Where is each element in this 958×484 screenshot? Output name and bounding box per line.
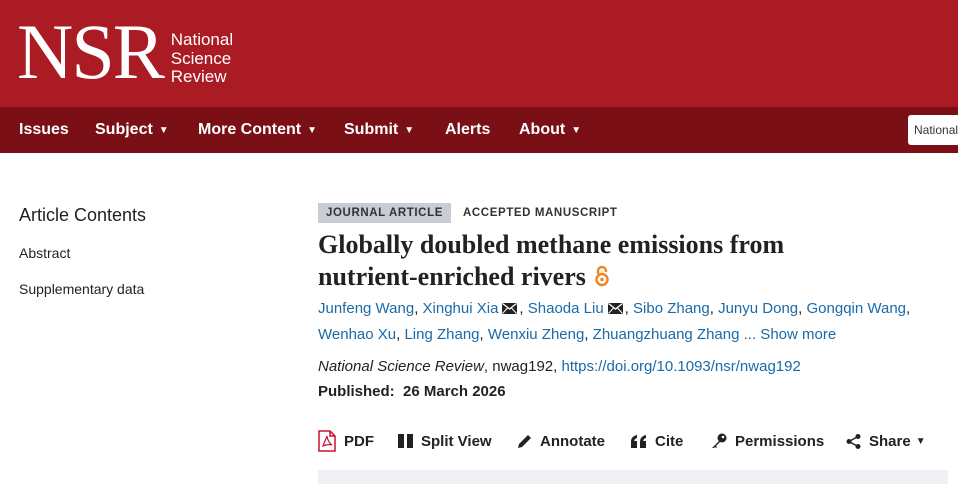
nav-item-more-content[interactable]: More Content ▼ — [198, 107, 317, 153]
chevron-down-icon: ▼ — [158, 125, 169, 136]
author-link[interactable]: Sibo Zhang — [633, 300, 710, 317]
chevron-down-icon: ▼ — [571, 125, 582, 136]
author-link[interactable]: Junfeng Wang — [318, 300, 414, 317]
mail-icon[interactable] — [502, 297, 518, 322]
cite-button[interactable]: Cite — [631, 428, 683, 454]
published-line: Published: 26 March 2026 — [318, 383, 506, 400]
mail-icon[interactable] — [607, 297, 623, 322]
nav-item-label: About — [519, 121, 566, 138]
pdf-button[interactable]: PDF — [318, 428, 374, 454]
author-link[interactable]: Shaoda Liu — [528, 300, 604, 317]
pdf-icon — [318, 430, 336, 452]
author-link[interactable]: Zhuangzhuang Zhang — [593, 326, 740, 343]
nav-item-submit[interactable]: Submit ▼ — [344, 107, 414, 153]
author-link[interactable]: Ling Zhang — [404, 326, 479, 343]
permissions-button-label: Permissions — [735, 432, 825, 450]
nav-item-label: Alerts — [445, 121, 491, 138]
article-title: Globally doubled methane emissions from … — [318, 229, 938, 295]
author-link[interactable]: Gongqin Wang — [807, 300, 907, 317]
logo-wordmark: NSR — [17, 8, 165, 95]
share-button-label: Share — [869, 432, 911, 450]
split-view-button[interactable]: Split View — [398, 428, 492, 454]
author-link[interactable]: Junyu Dong — [718, 300, 798, 317]
logo-subtitle-line: Science — [170, 48, 232, 68]
nav-item-label: More Content — [198, 121, 302, 138]
logo-subtitle: National Science Review — [170, 30, 234, 87]
chevron-down-icon: ▼ — [307, 125, 318, 136]
chevron-down-icon: ▼ — [404, 125, 415, 136]
key-icon — [712, 433, 727, 448]
author-list: Junfeng Wang, Xinghui Xia, Shaoda Liu, S… — [318, 296, 948, 347]
split-view-icon — [398, 434, 413, 448]
chevron-down-icon: ▼ — [915, 435, 926, 447]
toc-link-supplementary-data[interactable]: Supplementary data — [19, 281, 144, 297]
author-link[interactable]: Wenhao Xu — [318, 326, 396, 343]
pdf-button-label: PDF — [344, 432, 374, 450]
quote-icon — [631, 434, 646, 448]
nav-item-about[interactable]: About ▼ — [519, 107, 581, 153]
article-type-badge: JOURNAL ARTICLE — [318, 203, 451, 223]
open-access-icon — [594, 263, 610, 295]
published-date: 26 March 2026 — [403, 383, 506, 400]
search-scope-select[interactable]: National — [908, 115, 958, 145]
published-label: Published: — [318, 383, 395, 400]
nav-item-label: Issues — [19, 121, 69, 138]
author-link[interactable]: Wenxiu Zheng — [488, 326, 584, 343]
article-id: , nwag192, — [483, 358, 562, 375]
share-icon — [846, 433, 861, 449]
nav-item-subject[interactable]: Subject ▼ — [95, 107, 169, 153]
article-title-line: nutrient-enriched rivers — [318, 262, 586, 291]
article-title-line: Globally doubled methane emissions from — [318, 230, 785, 259]
logo-subtitle-line: National — [170, 30, 234, 49]
pencil-icon — [518, 434, 531, 448]
show-more-authors-link[interactable]: ... Show more — [744, 326, 837, 343]
nav-item-issues[interactable]: Issues — [19, 107, 69, 153]
author-link[interactable]: Xinghui Xia — [423, 300, 499, 317]
nsr-logo[interactable]: NSR National Science Review — [17, 8, 234, 95]
article-status-badge: ACCEPTED MANUSCRIPT — [463, 207, 618, 219]
main-nav: Issues Subject ▼ More Content ▼ Submit ▼ Al… — [0, 107, 958, 153]
split-view-button-label: Split View — [421, 432, 492, 450]
annotate-button-label: Annotate — [540, 432, 605, 450]
share-button[interactable]: Share ▼ — [846, 428, 926, 454]
annotate-button[interactable]: Annotate — [517, 428, 605, 454]
journal-name: National Science Review — [318, 358, 484, 375]
logo-subtitle-line: Review — [170, 67, 227, 86]
article-contents-heading: Article Contents — [19, 205, 147, 225]
permissions-button[interactable]: Permissions — [711, 428, 824, 454]
content-panel-top — [318, 470, 948, 484]
site-header: NSR National Science Review — [0, 0, 958, 107]
nav-item-alerts[interactable]: Alerts — [445, 107, 490, 153]
toc-link-abstract[interactable]: Abstract — [19, 245, 70, 261]
doi-link[interactable]: https://doi.org/10.1093/nsr/nwag192 — [561, 358, 800, 375]
nav-item-label: Submit — [344, 121, 399, 138]
nav-item-label: Subject — [95, 121, 153, 138]
citation-line: National Science Review, nwag192, https:… — [318, 358, 801, 375]
cite-button-label: Cite — [655, 432, 684, 450]
